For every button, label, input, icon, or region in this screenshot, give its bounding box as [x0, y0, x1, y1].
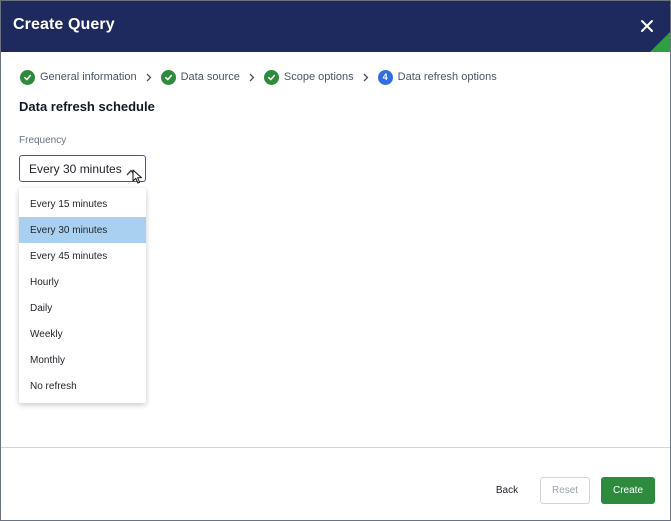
chevron-right-icon	[363, 73, 369, 82]
chevron-right-icon	[146, 73, 152, 82]
step-general-information[interactable]: General information	[20, 69, 137, 85]
dropdown-option[interactable]: Weekly	[19, 321, 146, 347]
step-label: Scope options	[283, 71, 354, 83]
check-circle-icon	[160, 69, 176, 85]
dialog-header: Create Query	[1, 1, 670, 52]
section-title: Data refresh schedule	[19, 99, 155, 114]
back-button[interactable]: Back	[488, 477, 526, 504]
frequency-label: Frequency	[19, 135, 67, 146]
dropdown-option[interactable]: Every 45 minutes	[19, 243, 146, 269]
dialog-title: Create Query	[13, 16, 115, 33]
step-data-source[interactable]: Data source	[160, 69, 240, 85]
step-scope-options[interactable]: Scope options	[263, 69, 354, 85]
check-circle-icon	[20, 69, 35, 85]
dropdown-option[interactable]: Daily	[19, 295, 146, 321]
footer-divider	[1, 447, 670, 448]
dropdown-option-selected[interactable]: Every 30 minutes	[19, 217, 146, 243]
dropdown-option[interactable]: Every 15 minutes	[19, 191, 146, 217]
corner-accent	[650, 30, 670, 52]
create-button[interactable]: Create	[601, 477, 655, 504]
step-data-refresh-options[interactable]: 4 Data refresh options	[377, 69, 497, 85]
dropdown-option[interactable]: No refresh	[19, 373, 146, 399]
step-label: General information	[40, 71, 137, 83]
step-label: Data refresh options	[397, 71, 497, 83]
check-circle-icon	[263, 69, 279, 85]
frequency-select[interactable]: Every 30 minutes	[19, 155, 146, 182]
frequency-select-value: Every 30 minutes	[29, 161, 122, 176]
frequency-dropdown-menu: Every 15 minutes Every 30 minutes Every …	[19, 188, 146, 403]
create-query-dialog: Create Query General information Data so…	[0, 0, 671, 521]
chevron-right-icon	[249, 73, 255, 82]
mouse-cursor-icon	[132, 169, 144, 190]
dropdown-option[interactable]: Monthly	[19, 347, 146, 373]
dropdown-option[interactable]: Hourly	[19, 269, 146, 295]
reset-button[interactable]: Reset	[540, 477, 590, 504]
step-label: Data source	[180, 71, 240, 83]
wizard-stepper: General information Data source Scope op…	[20, 68, 497, 86]
step-number-badge: 4	[377, 69, 393, 85]
